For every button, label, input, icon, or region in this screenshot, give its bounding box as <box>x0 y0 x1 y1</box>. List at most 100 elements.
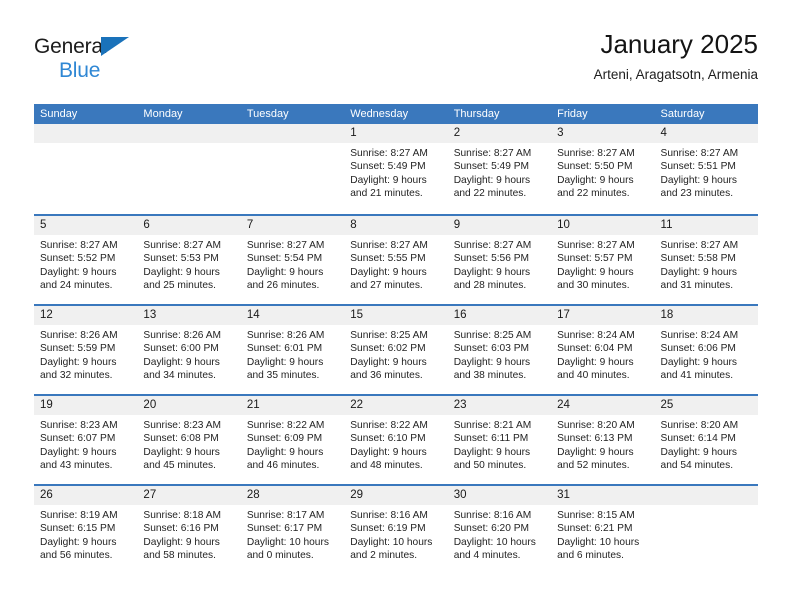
day-details: Sunrise: 8:20 AM Sunset: 6:14 PM Daylight:… <box>655 415 758 473</box>
calendar-page: General Blue January 2025 Arteni, Aragat… <box>0 0 792 612</box>
day-details: Sunrise: 8:26 AM Sunset: 5:59 PM Daylight:… <box>34 325 137 383</box>
day-number: 27 <box>137 486 241 505</box>
daylight-text-line2: and 54 minutes. <box>660 460 734 472</box>
day-cell[interactable]: 17 Sunrise: 8:24 AM Sunset: 6:04 PM Dayligh… <box>551 306 655 394</box>
day-cell[interactable]: 9 Sunrise: 8:27 AM Sunset: 5:56 PM Daylight… <box>447 216 552 304</box>
day-cell[interactable]: 23 Sunrise: 8:21 AM Sunset: 6:11 PM Dayligh… <box>447 396 552 484</box>
day-details: Sunrise: 8:16 AM Sunset: 6:19 PM Daylight:… <box>344 505 447 563</box>
daylight-text-line1: Daylight: 9 hours <box>557 174 634 186</box>
day-number: 4 <box>654 124 758 143</box>
day-cell[interactable]: 8 Sunrise: 8:27 AM Sunset: 5:55 PM Daylight… <box>344 216 448 304</box>
day-cell[interactable]: 7 Sunrise: 8:27 AM Sunset: 5:54 PM Daylight… <box>240 216 345 304</box>
sunrise-text: Sunrise: 8:27 AM <box>660 148 739 159</box>
day-number: 6 <box>137 216 241 235</box>
triangle-icon <box>101 37 129 56</box>
daylight-text-line2: and 23 minutes. <box>660 188 734 200</box>
sunrise-text: Sunrise: 8:25 AM <box>350 330 428 341</box>
day-number: 5 <box>34 216 138 235</box>
page-header: General Blue January 2025 Arteni, Aragat… <box>34 28 758 90</box>
sunrise-text: Sunrise: 8:25 AM <box>453 330 532 341</box>
day-cell[interactable]: 3 Sunrise: 8:27 AM Sunset: 5:50 PM Daylight… <box>551 124 655 214</box>
day-cell[interactable]: 28 Sunrise: 8:17 AM Sunset: 6:17 PM Dayligh… <box>240 486 345 574</box>
daylight-text-line2: and 41 minutes. <box>660 370 734 382</box>
week-row: 12 Sunrise: 8:26 AM Sunset: 5:59 PM Dayligh… <box>34 304 758 394</box>
sunrise-text: Sunrise: 8:20 AM <box>557 420 635 431</box>
sunset-text: Sunset: 5:50 PM <box>557 161 633 173</box>
week-row: 19 Sunrise: 8:23 AM Sunset: 6:07 PM Dayligh… <box>34 394 758 484</box>
sunset-text: Sunset: 5:53 PM <box>143 253 219 265</box>
day-cell[interactable]: 30 Sunrise: 8:16 AM Sunset: 6:20 PM Dayligh… <box>447 486 552 574</box>
day-details: Sunrise: 8:15 AM Sunset: 6:21 PM Daylight:… <box>551 505 654 563</box>
sunrise-text: Sunrise: 8:27 AM <box>143 240 222 251</box>
day-cell[interactable]: 2 Sunrise: 8:27 AM Sunset: 5:49 PM Daylight… <box>447 124 552 214</box>
day-cell[interactable]: 18 Sunrise: 8:24 AM Sunset: 6:06 PM Dayligh… <box>654 306 758 394</box>
day-details: Sunrise: 8:19 AM Sunset: 6:15 PM Daylight:… <box>34 505 137 563</box>
day-number: 25 <box>654 396 758 415</box>
day-cell[interactable]: 1 Sunrise: 8:27 AM Sunset: 5:49 PM Daylight… <box>344 124 448 214</box>
sunset-text: Sunset: 6:19 PM <box>350 523 426 535</box>
day-cell[interactable]: 21 Sunrise: 8:22 AM Sunset: 6:09 PM Dayligh… <box>240 396 345 484</box>
day-cell[interactable]: 5 Sunrise: 8:27 AM Sunset: 5:52 PM Daylight… <box>34 216 138 304</box>
day-cell[interactable]: 19 Sunrise: 8:23 AM Sunset: 6:07 PM Dayligh… <box>34 396 138 484</box>
day-cell[interactable]: 25 Sunrise: 8:20 AM Sunset: 6:14 PM Dayligh… <box>654 396 758 484</box>
page-title: January 2025 <box>600 29 758 59</box>
daylight-text-line2: and 31 minutes. <box>660 280 734 292</box>
day-cell[interactable]: 10 Sunrise: 8:27 AM Sunset: 5:57 PM Dayligh… <box>551 216 655 304</box>
day-number: 16 <box>447 306 552 325</box>
sunrise-text: Sunrise: 8:26 AM <box>143 330 222 341</box>
day-details: Sunrise: 8:27 AM Sunset: 5:54 PM Daylight:… <box>241 235 344 293</box>
day-number: 13 <box>137 306 241 325</box>
day-cell[interactable]: 22 Sunrise: 8:22 AM Sunset: 6:10 PM Dayligh… <box>344 396 448 484</box>
day-cell[interactable]: 24 Sunrise: 8:20 AM Sunset: 6:13 PM Dayligh… <box>551 396 655 484</box>
sunrise-text: Sunrise: 8:27 AM <box>350 240 428 251</box>
day-cell[interactable]: 31 Sunrise: 8:15 AM Sunset: 6:21 PM Dayligh… <box>551 486 655 574</box>
day-cell[interactable]: 13 Sunrise: 8:26 AM Sunset: 6:00 PM Dayligh… <box>137 306 241 394</box>
day-cell[interactable]: 14 Sunrise: 8:26 AM Sunset: 6:01 PM Dayligh… <box>240 306 345 394</box>
daylight-text-line2: and 30 minutes. <box>557 280 630 292</box>
daylight-text-line1: Daylight: 10 hours <box>557 536 640 548</box>
daylight-text-line1: Daylight: 9 hours <box>660 446 737 458</box>
calendar-grid: Sunday Monday Tuesday Wednesday Thursday… <box>34 104 758 574</box>
day-cell[interactable]: 29 Sunrise: 8:16 AM Sunset: 6:19 PM Dayligh… <box>344 486 448 574</box>
day-number: 11 <box>654 216 758 235</box>
day-details: Sunrise: 8:21 AM Sunset: 6:11 PM Daylight:… <box>448 415 551 473</box>
day-number: 23 <box>447 396 552 415</box>
day-cell[interactable]: 4 Sunrise: 8:27 AM Sunset: 5:51 PM Daylight… <box>654 124 758 214</box>
day-number: 8 <box>344 216 448 235</box>
day-cell[interactable]: 20 Sunrise: 8:23 AM Sunset: 6:08 PM Dayligh… <box>137 396 241 484</box>
day-cell[interactable]: 16 Sunrise: 8:25 AM Sunset: 6:03 PM Dayligh… <box>447 306 552 394</box>
day-number: 20 <box>137 396 241 415</box>
day-cell[interactable]: 27 Sunrise: 8:18 AM Sunset: 6:16 PM Dayligh… <box>137 486 241 574</box>
sunset-text: Sunset: 6:00 PM <box>143 343 219 355</box>
sunset-text: Sunset: 6:06 PM <box>660 343 736 355</box>
day-cell[interactable]: 26 Sunrise: 8:19 AM Sunset: 6:15 PM Dayligh… <box>34 486 138 574</box>
daylight-text-line1: Daylight: 9 hours <box>350 446 427 458</box>
sunset-text: Sunset: 6:14 PM <box>660 433 736 445</box>
daylight-text-line2: and 32 minutes. <box>40 370 113 382</box>
logo-word-general: General <box>34 36 224 59</box>
daylight-text-line2: and 4 minutes. <box>453 550 521 562</box>
sunrise-text: Sunrise: 8:27 AM <box>557 240 635 251</box>
sunrise-text: Sunrise: 8:15 AM <box>557 510 635 521</box>
day-details: Sunrise: 8:27 AM Sunset: 5:50 PM Daylight:… <box>551 143 654 201</box>
sunrise-text: Sunrise: 8:20 AM <box>660 420 739 431</box>
day-number: 7 <box>240 216 345 235</box>
general-blue-logo[interactable]: General Blue <box>34 36 224 81</box>
sunrise-text: Sunrise: 8:24 AM <box>557 330 635 341</box>
sunrise-text: Sunrise: 8:27 AM <box>246 240 325 251</box>
day-cell[interactable]: 11 Sunrise: 8:27 AM Sunset: 5:58 PM Dayligh… <box>654 216 758 304</box>
day-number: 31 <box>551 486 655 505</box>
day-cell[interactable]: 6 Sunrise: 8:27 AM Sunset: 5:53 PM Daylight… <box>137 216 241 304</box>
daylight-text-line1: Daylight: 10 hours <box>350 536 433 548</box>
sunset-text: Sunset: 5:56 PM <box>453 253 530 265</box>
daylight-text-line1: Daylight: 9 hours <box>143 266 220 278</box>
sunrise-text: Sunrise: 8:19 AM <box>40 510 118 521</box>
day-cell[interactable]: 12 Sunrise: 8:26 AM Sunset: 5:59 PM Dayligh… <box>34 306 138 394</box>
sunset-text: Sunset: 6:03 PM <box>453 343 530 355</box>
day-number: 10 <box>551 216 655 235</box>
daylight-text-line2: and 25 minutes. <box>143 280 216 292</box>
day-cell[interactable]: 15 Sunrise: 8:25 AM Sunset: 6:02 PM Dayligh… <box>344 306 448 394</box>
sunset-text: Sunset: 6:02 PM <box>350 343 426 355</box>
sunrise-text: Sunrise: 8:26 AM <box>246 330 325 341</box>
daylight-text-line1: Daylight: 9 hours <box>40 446 117 458</box>
